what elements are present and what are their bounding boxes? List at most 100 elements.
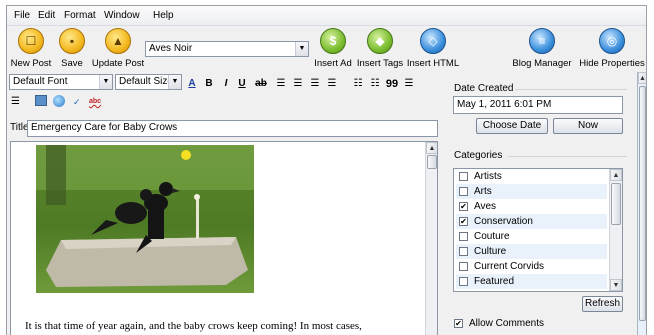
date-created-value: May 1, 2011 6:01 PM (457, 99, 552, 110)
date-created-label: Date Created (454, 83, 514, 94)
category-checkbox-checked[interactable]: ✔ (459, 202, 468, 211)
insert-ad-icon: $ (320, 28, 346, 54)
blog-select[interactable]: Aves Noir ▼ (145, 41, 309, 57)
blockquote-button[interactable]: 99 (385, 76, 399, 92)
category-item[interactable]: Artists (456, 169, 607, 184)
properties-scrollbar[interactable]: ▲ (637, 72, 646, 335)
new-post-icon: ☐ (18, 28, 44, 54)
menu-bar: File Edit Format Window Help (7, 6, 646, 26)
date-created-field[interactable]: May 1, 2011 6:01 PM (453, 96, 623, 114)
spelling-icon[interactable]: abc (89, 95, 101, 109)
align-left-icon[interactable]: ☰ (274, 76, 288, 92)
strikethrough-button[interactable]: ab (253, 76, 269, 92)
app-window: File Edit Format Window Help ☐ New Post … (6, 5, 647, 335)
editor-scrollbar[interactable]: ▲ (425, 142, 437, 335)
menu-format[interactable]: Format (64, 10, 96, 21)
insert-ad-label: Insert Ad (314, 58, 352, 69)
insert-html-button[interactable]: ◇ Insert HTML (406, 26, 460, 76)
save-label: Save (61, 58, 83, 69)
choose-date-button[interactable]: Choose Date (476, 118, 548, 134)
refresh-button[interactable]: Refresh (582, 296, 623, 312)
title-input-value: Emergency Care for Baby Crows (31, 122, 178, 133)
scroll-thumb[interactable] (427, 155, 437, 169)
category-checkbox-checked[interactable]: ✔ (459, 217, 468, 226)
blog-select-value: Aves Noir (149, 43, 193, 54)
insert-ad-button[interactable]: $ Insert Ad (312, 26, 354, 76)
indent-icon[interactable]: ☰ (402, 76, 416, 92)
scroll-up-icon[interactable]: ▲ (638, 72, 646, 84)
menu-help[interactable]: Help (153, 10, 174, 21)
category-item[interactable]: ✔ Conservation (456, 214, 607, 229)
insert-image-icon[interactable] (35, 95, 47, 106)
scroll-up-icon[interactable]: ▲ (426, 142, 437, 154)
category-label: Arts (474, 186, 492, 197)
category-item[interactable]: ✔ Aves (456, 199, 607, 214)
category-label: Culture (474, 246, 507, 257)
category-checkbox[interactable] (459, 277, 468, 286)
scroll-down-icon[interactable]: ▼ (610, 279, 622, 291)
update-post-label: Update Post (91, 58, 145, 69)
post-editor[interactable]: It is that time of year again, and the b… (10, 141, 438, 335)
justify-icon[interactable]: ☰ (325, 76, 339, 92)
font-select[interactable]: Default Font ▼ (9, 74, 113, 90)
numbered-list-icon[interactable]: ☷ (368, 76, 382, 92)
blog-manager-button[interactable]: ≡ Blog Manager (510, 26, 574, 76)
category-label: Featured (474, 276, 515, 287)
chevron-down-icon[interactable]: ▼ (99, 75, 112, 89)
chevron-down-icon[interactable]: ▼ (295, 42, 308, 56)
save-icon: ▪ (59, 28, 85, 54)
menu-window[interactable]: Window (104, 10, 140, 21)
category-item[interactable]: Couture (456, 229, 607, 244)
title-input[interactable]: Emergency Care for Baby Crows (27, 120, 438, 137)
title-label: Title (10, 122, 29, 133)
bullet-list-icon[interactable]: ☷ (351, 76, 365, 92)
categories-label: Categories (454, 150, 503, 161)
menu-edit[interactable]: Edit (38, 10, 55, 21)
list-icon[interactable]: ☰ (11, 95, 20, 109)
allow-comments-check-icon: ✔ (454, 319, 463, 328)
italic-button[interactable]: I (221, 76, 231, 92)
category-label: Artists (474, 171, 502, 182)
scroll-thumb[interactable] (611, 183, 621, 225)
category-item[interactable]: Current Corvids (456, 259, 607, 274)
size-select-value: Default Size (119, 76, 173, 87)
post-body-text[interactable]: It is that time of year again, and the b… (25, 320, 362, 332)
font-color-button[interactable]: A (186, 76, 198, 92)
category-label: Couture (474, 231, 510, 242)
spellcheck-icon[interactable]: ✓ (73, 95, 81, 109)
bold-button[interactable]: B (204, 76, 214, 92)
category-checkbox[interactable] (459, 187, 468, 196)
category-label: Conservation (474, 216, 533, 227)
insert-tags-label: Insert Tags (356, 58, 404, 69)
menu-file[interactable]: File (14, 10, 30, 21)
now-button[interactable]: Now (553, 118, 623, 134)
save-button[interactable]: ▪ Save (55, 26, 89, 76)
hide-properties-button[interactable]: ◎ Hide Properties (577, 26, 646, 76)
scroll-thumb[interactable] (639, 86, 646, 321)
category-checkbox[interactable] (459, 232, 468, 241)
insert-tags-button[interactable]: ◆ Insert Tags (355, 26, 405, 76)
hide-properties-icon: ◎ (599, 28, 625, 54)
insert-link-icon[interactable] (53, 95, 65, 107)
align-center-icon[interactable]: ☰ (291, 76, 305, 92)
category-item[interactable]: Arts (456, 184, 607, 199)
chevron-down-icon[interactable]: ▼ (168, 75, 181, 89)
category-checkbox[interactable] (459, 247, 468, 256)
date-group-line (515, 89, 627, 90)
categories-scrollbar[interactable]: ▲ ▼ (609, 169, 622, 291)
allow-comments-checkbox[interactable]: ✔ (453, 318, 465, 330)
underline-button[interactable]: U (237, 76, 247, 92)
insert-html-icon: ◇ (420, 28, 446, 54)
category-item[interactable]: Featured (456, 274, 607, 289)
update-post-button[interactable]: ▲ Update Post (91, 26, 145, 76)
scroll-up-icon[interactable]: ▲ (610, 169, 622, 181)
crows-photo (36, 145, 254, 293)
new-post-button[interactable]: ☐ New Post (8, 26, 54, 76)
update-post-icon: ▲ (105, 28, 131, 54)
align-right-icon[interactable]: ☰ (308, 76, 322, 92)
categories-list[interactable]: Artists Arts ✔ Aves ✔ Conservation Coutu… (453, 168, 623, 292)
category-item[interactable]: Culture (456, 244, 607, 259)
category-checkbox[interactable] (459, 262, 468, 271)
category-checkbox[interactable] (459, 172, 468, 181)
size-select[interactable]: Default Size ▼ (115, 74, 182, 90)
